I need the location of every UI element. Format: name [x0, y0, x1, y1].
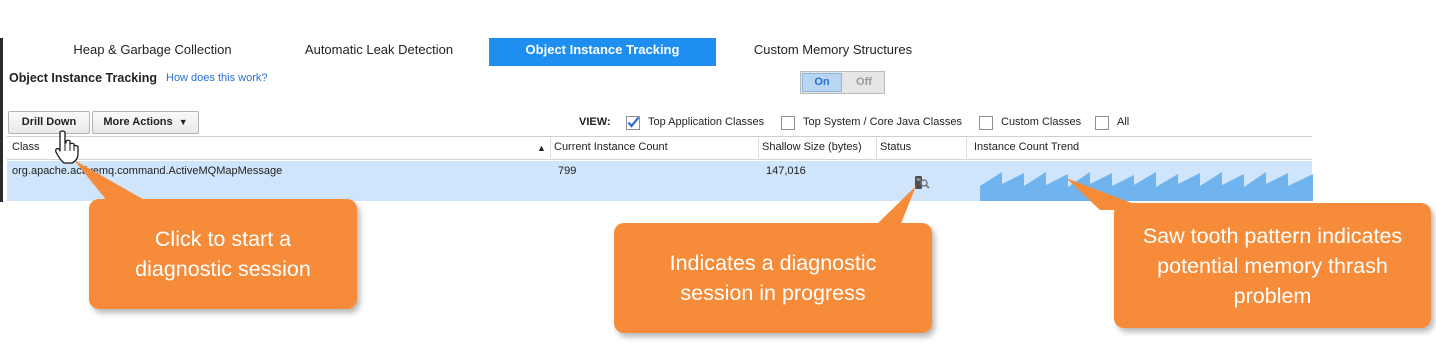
checkbox-top-system-core-java-classes[interactable]: [781, 116, 795, 130]
cell-shallow-size: 147,016: [766, 165, 806, 177]
checkbox-custom-classes[interactable]: [979, 116, 993, 130]
view-label: VIEW:: [579, 116, 611, 128]
tab-object-instance-tracking[interactable]: Object Instance Tracking: [489, 38, 716, 66]
more-actions-label: More Actions: [103, 116, 173, 128]
more-actions-button[interactable]: More Actions ▼: [92, 111, 199, 134]
label-top-system-core-java-classes: Top System / Core Java Classes: [803, 116, 962, 128]
column-header-status[interactable]: Status: [880, 141, 911, 153]
column-separator: [550, 138, 551, 160]
help-link[interactable]: How does this work?: [166, 72, 268, 84]
tab-automatic-leak-detection[interactable]: Automatic Leak Detection: [268, 38, 490, 66]
instance-count-sparkline: [980, 172, 1313, 201]
cell-class-name: org.apache.activemq.command.ActiveMQMapM…: [12, 165, 283, 177]
sort-ascending-icon[interactable]: ▲: [537, 143, 546, 153]
tracking-toggle[interactable]: On Off: [800, 71, 885, 94]
callout-trend: Saw tooth pattern indicates potential me…: [1114, 203, 1431, 328]
column-header-instance-count[interactable]: Current Instance Count: [554, 141, 668, 153]
column-header-class[interactable]: Class: [12, 141, 40, 153]
hand-pointer-icon: [55, 130, 79, 164]
left-border: [0, 38, 3, 202]
section-title: Object Instance Tracking: [9, 71, 157, 85]
toggle-off-button[interactable]: Off: [844, 73, 884, 92]
cell-instance-count: 799: [558, 165, 577, 177]
column-separator: [966, 138, 967, 160]
label-top-application-classes: Top Application Classes: [648, 116, 765, 128]
callout-trend-text: Saw tooth pattern indicates potential me…: [1142, 223, 1403, 308]
checkbox-top-application-classes[interactable]: [626, 116, 640, 130]
column-separator: [876, 138, 877, 160]
caret-down-icon: ▼: [178, 117, 188, 127]
tab-heap-garbage-collection[interactable]: Heap & Garbage Collection: [40, 38, 265, 66]
column-header-shallow-size[interactable]: Shallow Size (bytes): [762, 141, 862, 153]
callout-drill-down-text: Click to start a diagnostic session: [135, 227, 311, 281]
callout-status: Indicates a diagnostic session in progre…: [614, 223, 932, 333]
column-header-instance-count-trend[interactable]: Instance Count Trend: [974, 141, 1079, 153]
column-separator: [758, 138, 759, 160]
tab-custom-memory-structures[interactable]: Custom Memory Structures: [718, 38, 948, 66]
checkbox-all[interactable]: [1095, 116, 1109, 130]
label-custom-classes: Custom Classes: [1001, 116, 1082, 128]
callout-status-text: Indicates a diagnostic session in progre…: [669, 251, 877, 305]
label-all: All: [1117, 116, 1130, 128]
diagnostic-in-progress-icon[interactable]: [912, 174, 932, 192]
callout-drill-down: Click to start a diagnostic session: [89, 199, 357, 309]
checkmark-icon: [627, 116, 640, 128]
toggle-on-button[interactable]: On: [802, 73, 842, 92]
